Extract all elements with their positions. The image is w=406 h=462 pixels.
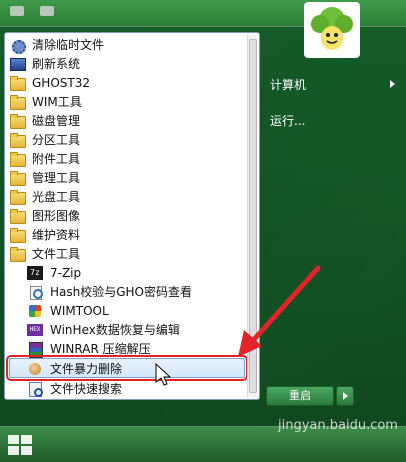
user-avatar-icon [306, 4, 358, 56]
menu-item-label: 管理工具 [32, 171, 81, 185]
menu-item-label: 7-Zip [50, 265, 82, 280]
rar-icon [27, 341, 43, 358]
menu-item-label: WIM工具 [32, 95, 82, 109]
folder-icon [9, 208, 26, 224]
menu-item-clear-temp[interactable]: 清除临时文件 [9, 35, 241, 54]
desktop-icon[interactable] [10, 6, 24, 16]
menu-item-graphics[interactable]: 图形图像 [9, 206, 241, 225]
gear-icon [9, 37, 26, 54]
folder-icon [9, 227, 26, 243]
menu-item-label: WIMTOOL [50, 303, 109, 318]
menu-subitem-winhex[interactable]: WinHex数据恢复与编辑 [27, 320, 245, 339]
folder-icon [9, 246, 26, 262]
hash-icon [27, 284, 43, 300]
menu-item-label: 图形图像 [32, 209, 81, 223]
folder-icon [9, 151, 26, 167]
scrollbar-thumb[interactable] [249, 39, 257, 393]
folder-icon [9, 170, 26, 186]
hex-icon [27, 322, 43, 338]
menu-item-partition-tools[interactable]: 分区工具 [9, 130, 241, 149]
menu-item-label: Hash校验与GHO密码查看 [50, 285, 193, 299]
menu-item-label: 文件暴力删除 [50, 362, 123, 376]
right-item-computer[interactable]: 计算机 [270, 76, 306, 93]
menu-subitem-winrar[interactable]: WINRAR 压缩解压 [27, 339, 245, 358]
menu-item-label: 磁盘管理 [32, 114, 81, 128]
menu-item-label: 附件工具 [32, 152, 81, 166]
folder-icon [9, 75, 26, 91]
menu-item-maintenance[interactable]: 维护资料 [9, 225, 241, 244]
menu-item-label: 文件快速搜索 [50, 382, 123, 396]
menu-item-label: 文件工具 [32, 247, 81, 261]
folder-icon [9, 189, 26, 205]
menu-item-disk-management[interactable]: 磁盘管理 [9, 111, 241, 130]
menu-item-accessory-tools[interactable]: 附件工具 [9, 149, 241, 168]
menu-subitem-force-delete[interactable]: 文件暴力删除 [27, 359, 245, 378]
menu-subitem-hash[interactable]: Hash校验与GHO密码查看 [27, 282, 245, 301]
menu-item-refresh-system[interactable]: 刷新系统 [9, 54, 241, 73]
menu-item-label: 分区工具 [32, 133, 81, 147]
menu-item-ghost32[interactable]: GHOST32 [9, 73, 241, 92]
menu-item-disc-tools[interactable]: 光盘工具 [9, 187, 241, 206]
shutdown-options-button[interactable] [336, 386, 354, 406]
watermark: jingyan.baidu.com [278, 418, 398, 433]
right-item-run[interactable]: 运行... [270, 112, 305, 129]
folder-icon [9, 113, 26, 129]
desktop-icon[interactable] [40, 6, 54, 16]
system-icon [9, 56, 26, 72]
menu-item-label: 清除临时文件 [32, 38, 105, 52]
menu-item-label: 光盘工具 [32, 190, 81, 204]
menu-item-file-tools[interactable]: 文件工具 [9, 244, 241, 263]
program-list-scrollbar[interactable] [247, 35, 257, 397]
windows-start-icon[interactable] [6, 432, 34, 458]
user-avatar[interactable] [304, 2, 360, 58]
menu-item-label: GHOST32 [32, 75, 90, 90]
menu-item-label: 刷新系统 [32, 57, 81, 71]
zip-icon [27, 265, 43, 281]
menu-item-wim-tools[interactable]: WIM工具 [9, 92, 241, 111]
folder-icon [9, 94, 26, 110]
program-list: 清除临时文件 刷新系统 GHOST32 WIM工具 磁盘管理 分区工具 附件工具… [4, 32, 260, 400]
restart-button[interactable]: 重启 [266, 386, 334, 406]
chevron-right-icon [390, 80, 395, 88]
folder-icon [9, 132, 26, 148]
menu-subitem-7zip[interactable]: 7-Zip [27, 263, 245, 282]
menu-item-admin-tools[interactable]: 管理工具 [9, 168, 241, 187]
wim-icon [27, 303, 43, 319]
search-icon [27, 381, 43, 397]
menu-item-label: WINRAR 压缩解压 [50, 342, 151, 356]
menu-subitem-wimtool[interactable]: WIMTOOL [27, 301, 245, 320]
shred-icon [27, 361, 43, 377]
menu-subitem-file-search[interactable]: 文件快速搜索 [27, 379, 245, 398]
menu-item-label: 维护资料 [32, 228, 81, 242]
menu-item-label: WinHex数据恢复与编辑 [50, 323, 180, 337]
